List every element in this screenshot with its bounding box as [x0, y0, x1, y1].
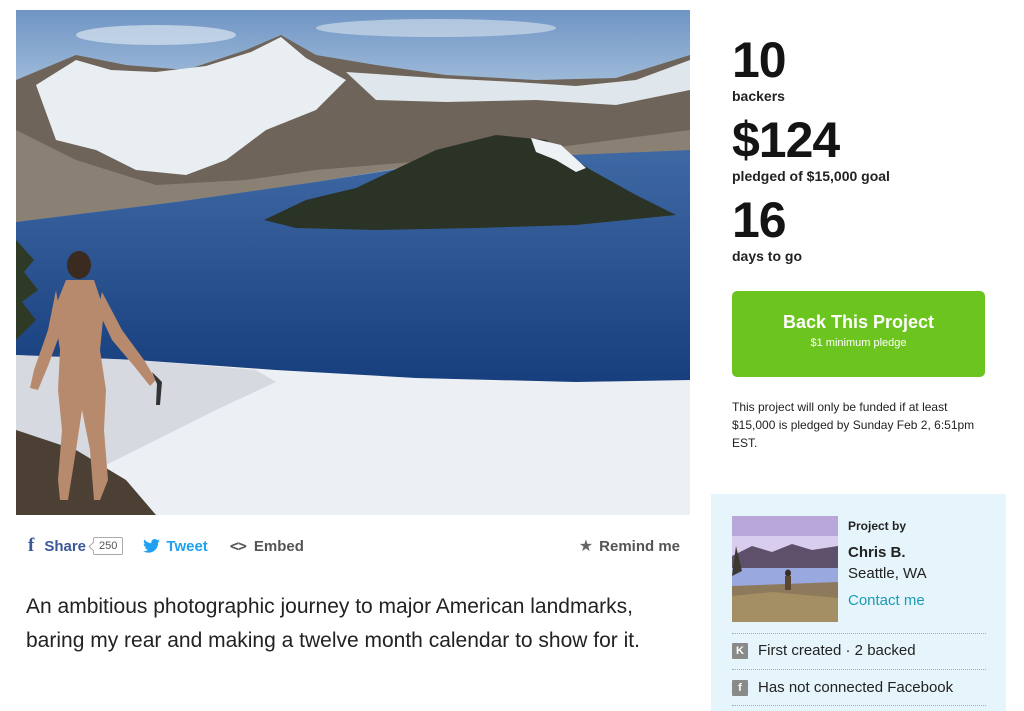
first-created-row: K First created · 2 backed [732, 642, 916, 659]
project-blurb: An ambitious photographic journey to maj… [26, 595, 640, 652]
crater-lake-photo [16, 10, 690, 515]
backers-count: 10 [732, 32, 787, 88]
contact-me-link[interactable]: Contact me [848, 592, 925, 609]
funding-note: This project will only be funded if at l… [732, 400, 975, 450]
tweet-label: Tweet [166, 537, 208, 555]
remind-me-button[interactable]: ★ Remind me [579, 536, 680, 556]
pledged-label: pledged of $15,000 goal [732, 168, 890, 184]
creator-panel: Project by Chris B. Seattle, WA Contact … [711, 494, 1006, 711]
share-bar: f Share 250 Tweet <> Embed ★ Remind me [28, 532, 680, 560]
back-button-title: Back This Project [782, 312, 935, 332]
pledged-stat: $124 pledged of $15,000 goal [732, 112, 1002, 192]
pledged-amount: $124 [732, 112, 840, 168]
creator-divider [732, 633, 986, 634]
days-stat: 16 days to go [732, 192, 1002, 264]
share-count: 250 [88, 537, 124, 555]
embed-label: Embed [253, 537, 304, 555]
facebook-status-row: f Has not connected Facebook [732, 679, 953, 696]
creator-divider [732, 669, 986, 670]
facebook-icon: f [28, 535, 35, 556]
creator-photo-image [732, 516, 838, 622]
backers-stat: 10 backers [732, 32, 1002, 112]
facebook-icon: f [732, 679, 748, 696]
creator-divider [732, 705, 986, 706]
creator-location: Seattle, WA [848, 565, 927, 582]
back-this-project-button[interactable]: Back This Project $1 minimum pledge [732, 291, 985, 377]
project-stats: 10 backers $124 pledged of $15,000 goal … [732, 32, 1002, 264]
first-created-text: First created · 2 backed [758, 642, 916, 659]
star-icon: ★ [578, 538, 594, 555]
embed-button[interactable]: <> Embed [230, 537, 304, 555]
creator-avatar[interactable] [732, 516, 838, 622]
facebook-status-text: Has not connected Facebook [758, 679, 954, 696]
twitter-icon [143, 539, 161, 553]
project-video-image[interactable] [16, 10, 690, 515]
back-button-subtitle: $1 minimum pledge [810, 337, 907, 349]
kickstarter-icon: K [732, 642, 748, 659]
embed-code-icon: <> [229, 537, 247, 555]
tweet-button[interactable]: Tweet [143, 537, 208, 555]
backers-label: backers [732, 88, 785, 104]
remind-me-label: Remind me [599, 537, 680, 555]
days-count: 16 [732, 192, 787, 248]
facebook-share-button[interactable]: f Share [28, 535, 86, 557]
creator-name[interactable]: Chris B. [848, 544, 906, 561]
project-by-heading: Project by [848, 519, 907, 533]
days-label: days to go [732, 248, 803, 264]
facebook-share-label: Share [44, 537, 87, 555]
